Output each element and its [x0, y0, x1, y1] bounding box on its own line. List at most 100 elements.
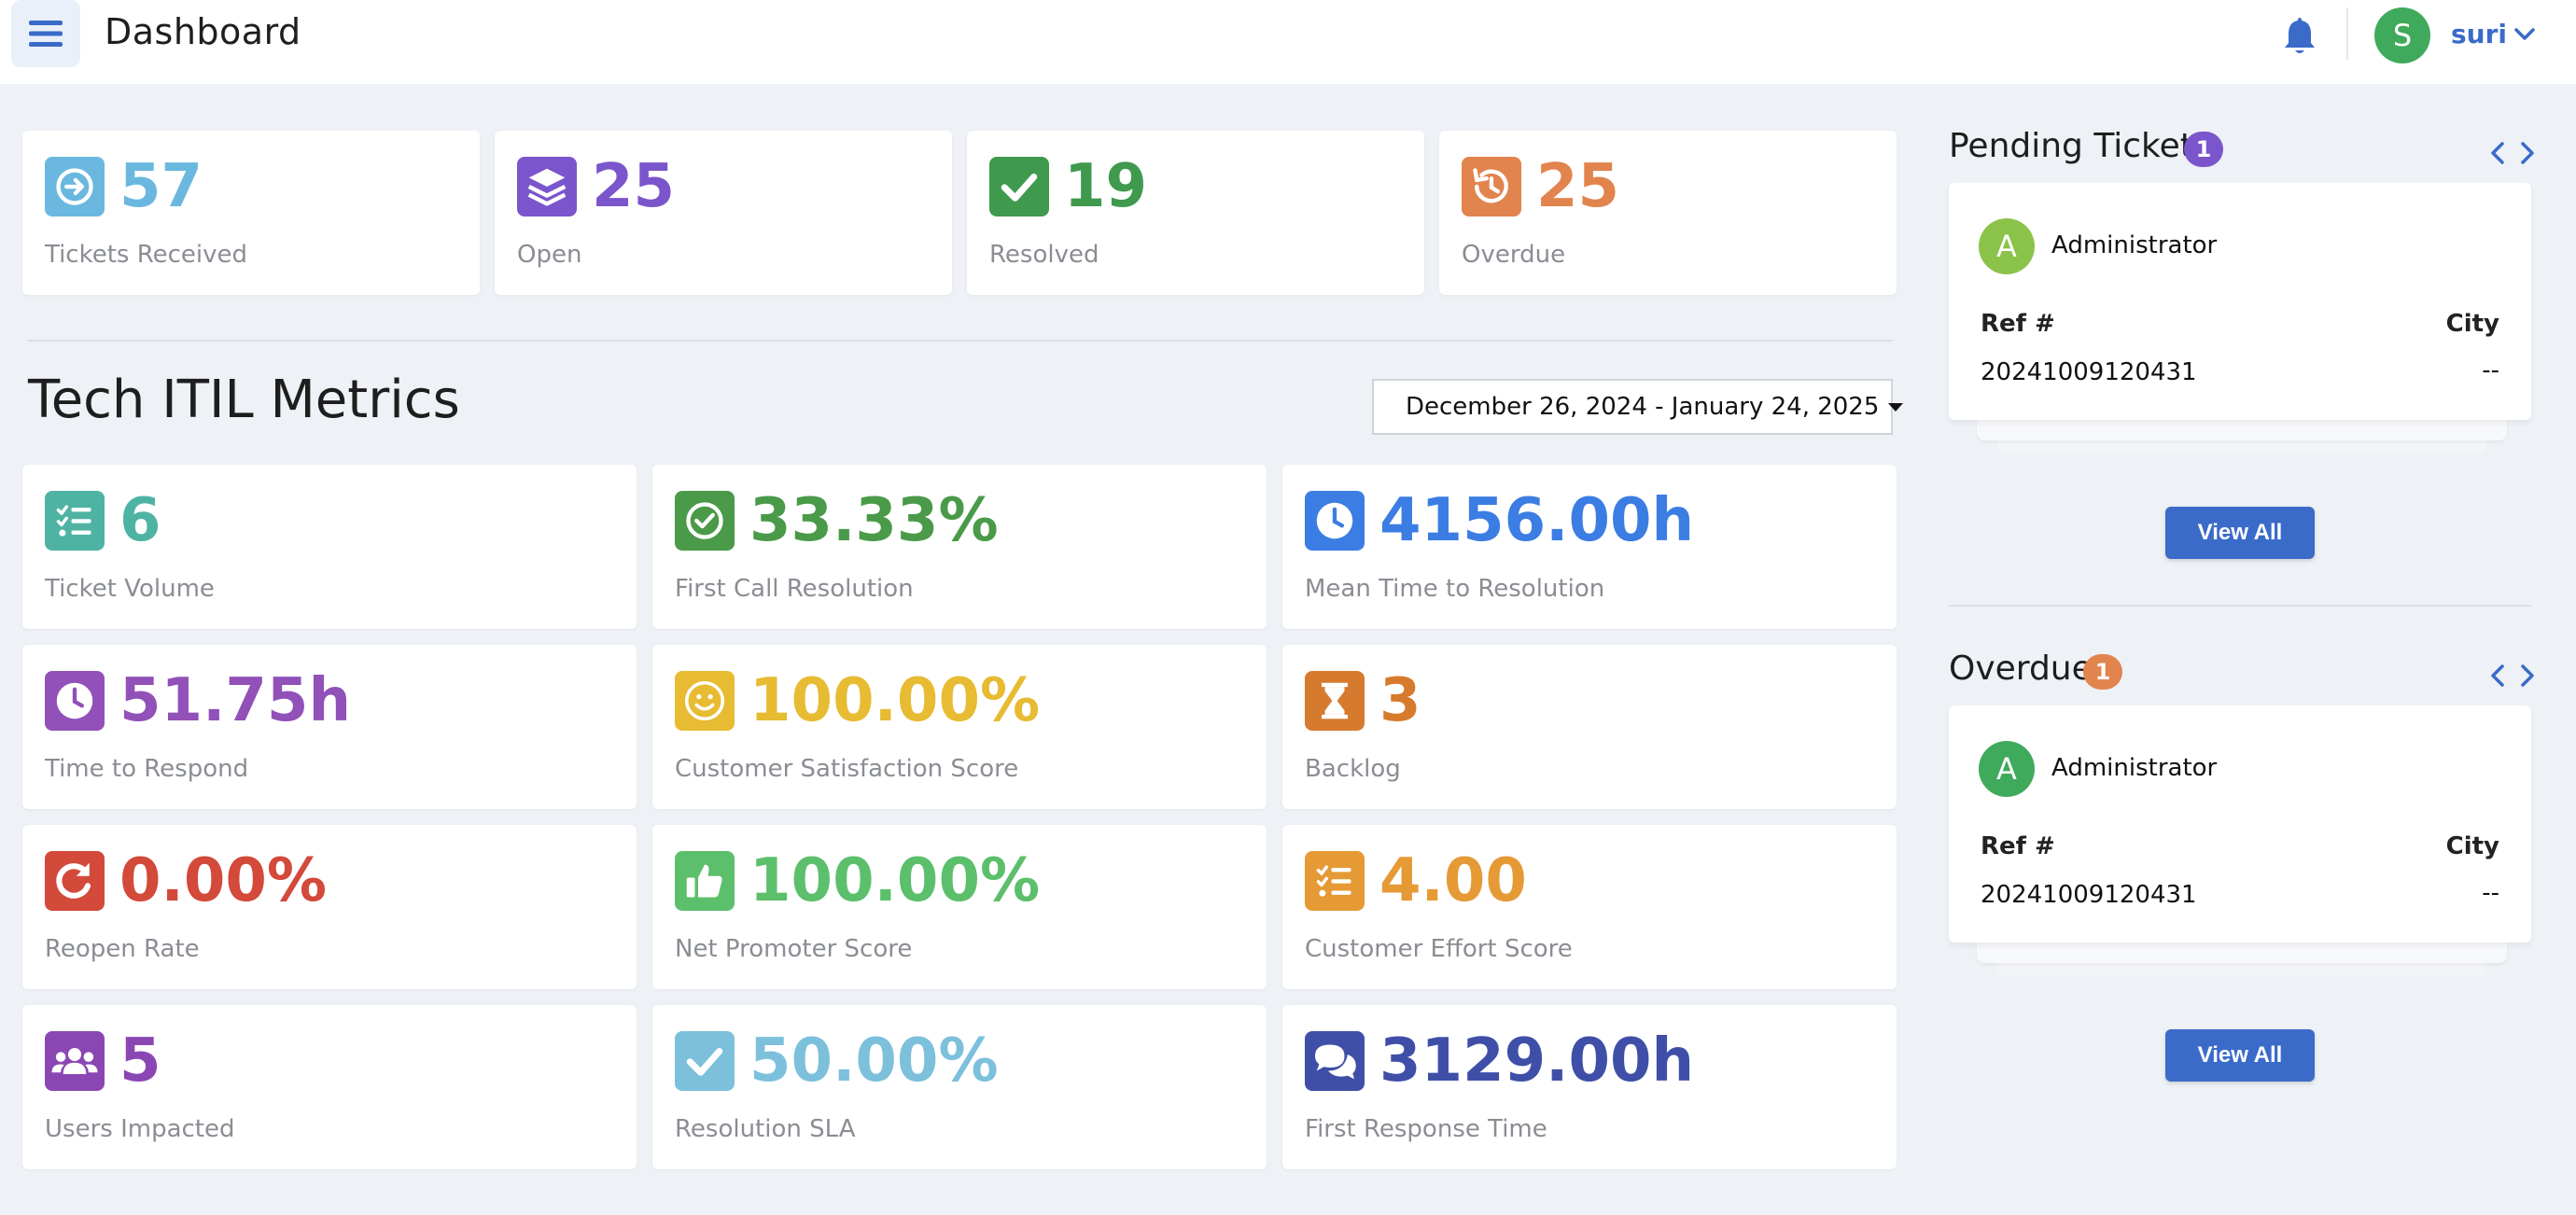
section-divider [28, 340, 1893, 342]
ref-header: Ref # [1981, 310, 2055, 338]
arrow-circle-right-icon [45, 157, 105, 216]
ref-header: Ref # [1981, 832, 2055, 860]
hamburger-icon [29, 21, 63, 47]
metric-label: Ticket Volume [45, 575, 215, 603]
clock-icon [1305, 491, 1365, 551]
metric-value: 25 [592, 152, 676, 221]
metric-label: Tickets Received [45, 241, 248, 269]
date-range-picker[interactable]: December 26, 2024 - January 24, 2025 [1372, 379, 1904, 435]
metric-label: Customer Satisfaction Score [675, 755, 1019, 783]
metric-label: First Response Time [1305, 1115, 1547, 1143]
metric-value: 4156.00h [1379, 486, 1695, 555]
metric-value: 6 [119, 486, 161, 555]
clock-icon [45, 671, 105, 731]
check-square-icon [989, 157, 1049, 216]
ticket-ref: 20241009120431 [1981, 881, 2197, 909]
card-stack-shadow [1977, 941, 2507, 963]
overdue-carousel-nav [2488, 663, 2537, 689]
ticket-avatar: A [1979, 218, 2035, 274]
pending-count-badge: 1 [2184, 132, 2223, 167]
chevron-left-icon[interactable] [2488, 140, 2507, 166]
ticket-assignee: Administrator [2051, 231, 2218, 259]
metric-card-customer-effort-score: 4.00 Customer Effort Score [1282, 825, 1897, 989]
metric-value: 100.00% [749, 846, 1041, 915]
ticket-city: -- [2482, 879, 2499, 907]
panel-divider [1949, 605, 2531, 607]
metric-label: Overdue [1462, 241, 1566, 269]
metric-value: 19 [1064, 152, 1148, 221]
user-avatar[interactable]: S [2374, 7, 2430, 63]
chevron-left-icon[interactable] [2488, 663, 2507, 689]
layers-icon [517, 157, 577, 216]
chevron-down-icon[interactable] [2513, 24, 2537, 45]
metric-card-tickets-received: 57 Tickets Received [22, 131, 480, 295]
pending-tickets-title: Pending Tickets [1949, 127, 2211, 165]
metric-label: Resolution SLA [675, 1115, 856, 1143]
metric-value: 50.00% [749, 1026, 999, 1096]
chevron-right-icon[interactable] [2518, 663, 2537, 689]
pending-carousel-nav [2488, 140, 2537, 166]
metric-label: Customer Effort Score [1305, 935, 1573, 963]
metric-card-resolution-sla: 50.00% Resolution SLA [652, 1005, 1267, 1169]
card-stack-shadow [1977, 418, 2507, 440]
ticket-ref: 20241009120431 [1981, 358, 2197, 386]
ticket-avatar: A [1979, 741, 2035, 797]
city-header: City [2445, 832, 2499, 860]
metric-card-net-promoter-score: 100.00% Net Promoter Score [652, 825, 1267, 989]
metric-card-users-impacted: 5 Users Impacted [22, 1005, 637, 1169]
metric-label: Open [517, 241, 582, 269]
hourglass-icon [1305, 671, 1365, 731]
comments-icon [1305, 1031, 1365, 1091]
metric-label: Reopen Rate [45, 935, 200, 963]
metric-card-reopen-rate: 0.00% Reopen Rate [22, 825, 637, 989]
redo-icon [45, 851, 105, 911]
list-check-icon [45, 491, 105, 551]
page-title: Dashboard [105, 11, 301, 52]
metric-card-overdue: 25 Overdue [1439, 131, 1897, 295]
overdue-ticket-card[interactable]: A Administrator Ref # City 2024100912043… [1949, 705, 2531, 943]
metric-value: 0.00% [119, 846, 328, 915]
metric-label: Mean Time to Resolution [1305, 575, 1605, 603]
menu-button[interactable] [11, 0, 80, 67]
metric-card-resolved: 19 Resolved [967, 131, 1424, 295]
pending-view-all-button[interactable]: View All [2165, 507, 2315, 559]
metric-value: 3129.00h [1379, 1026, 1695, 1096]
users-icon [45, 1031, 105, 1091]
city-header: City [2445, 310, 2499, 338]
metric-value: 3 [1379, 666, 1421, 735]
list-check-icon [1305, 851, 1365, 911]
metric-label: Users Impacted [45, 1115, 235, 1143]
metric-value: 57 [119, 152, 203, 221]
chevron-right-icon[interactable] [2518, 140, 2537, 166]
metric-value: 25 [1536, 152, 1620, 221]
overdue-title: Overdue [1949, 649, 2093, 688]
metric-value: 51.75h [119, 666, 351, 735]
metric-label: Backlog [1305, 755, 1401, 783]
metric-label: Time to Respond [45, 755, 249, 783]
username[interactable]: suri [2451, 19, 2507, 49]
bell-icon[interactable] [2281, 15, 2318, 56]
header-separator [2346, 7, 2348, 60]
metric-card-open: 25 Open [495, 131, 952, 295]
metric-label: Resolved [989, 241, 1099, 269]
pending-ticket-card[interactable]: A Administrator Ref # City 2024100912043… [1949, 183, 2531, 420]
overdue-view-all-button[interactable]: View All [2165, 1029, 2315, 1082]
caret-down-icon [1888, 402, 1904, 412]
metric-value: 5 [119, 1026, 161, 1096]
ticket-assignee: Administrator [2051, 754, 2218, 782]
overdue-count-badge: 1 [2083, 654, 2122, 690]
check-square-icon [675, 1031, 735, 1091]
date-range-label: December 26, 2024 - January 24, 2025 [1406, 393, 1880, 421]
metric-card-backlog: 3 Backlog [1282, 645, 1897, 809]
check-circle-icon [675, 491, 735, 551]
smile-icon [675, 671, 735, 731]
metric-label: First Call Resolution [675, 575, 914, 603]
metric-card-first-response-time: 3129.00h First Response Time [1282, 1005, 1897, 1169]
metric-card-mean-time-to-resolution: 4156.00h Mean Time to Resolution [1282, 465, 1897, 629]
top-bar: Dashboard S suri [0, 0, 2576, 84]
metric-value: 33.33% [749, 486, 999, 555]
metric-value: 100.00% [749, 666, 1041, 735]
ticket-city: -- [2482, 356, 2499, 384]
history-icon [1462, 157, 1521, 216]
thumbs-up-icon [675, 851, 735, 911]
